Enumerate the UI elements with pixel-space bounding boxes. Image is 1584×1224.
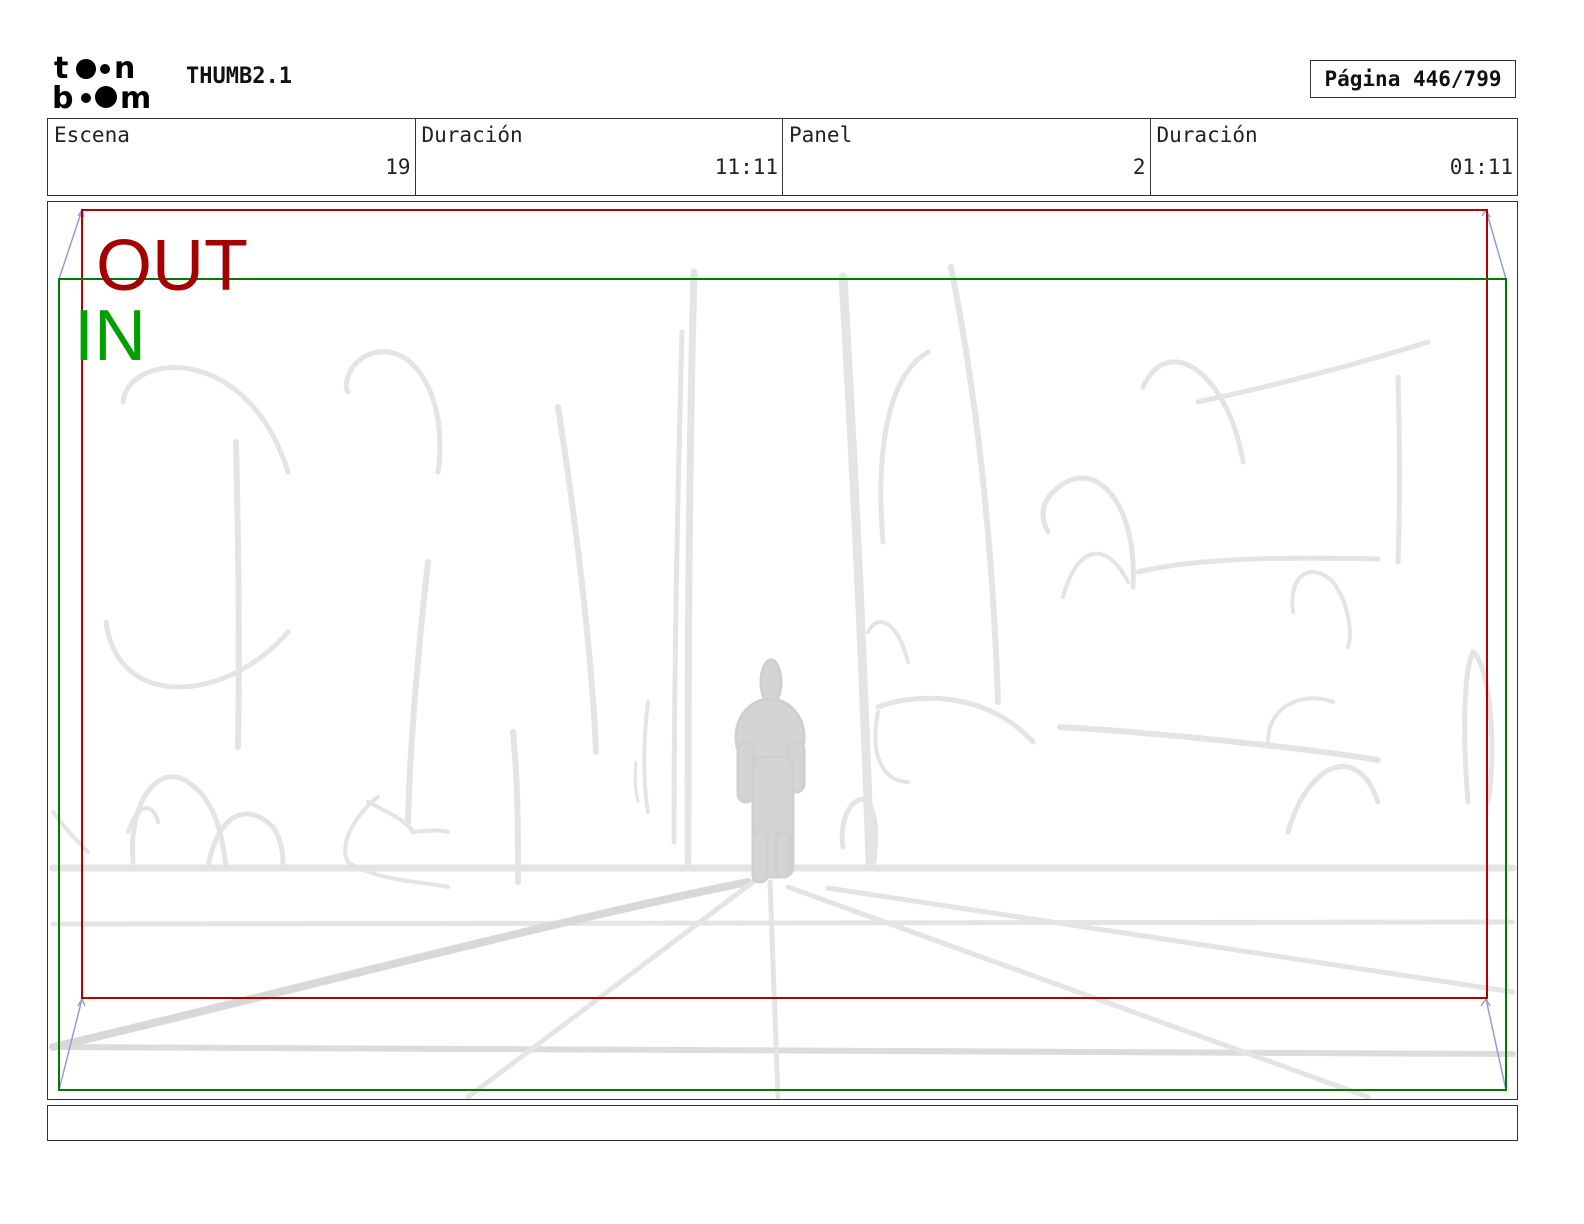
background-sketch bbox=[49, 264, 1517, 1099]
project-title: THUMB2.1 bbox=[186, 64, 292, 89]
scene-cell: Escena 19 bbox=[48, 119, 416, 195]
scene-duration-label: Duración bbox=[421, 123, 523, 147]
svg-text:b: b bbox=[52, 81, 73, 112]
storyboard-panel: OUT IN bbox=[47, 201, 1518, 1100]
scene-value: 19 bbox=[385, 155, 411, 179]
in-field-frame bbox=[58, 278, 1507, 1091]
panel-sketch bbox=[49, 208, 1517, 1099]
out-field-frame bbox=[81, 209, 1488, 999]
panel-duration-cell: Duración 01:11 bbox=[1151, 119, 1518, 195]
character-silhouette bbox=[734, 658, 806, 884]
page-number-label: Página 446/799 bbox=[1324, 67, 1502, 91]
page-number-box: Página 446/799 bbox=[1310, 60, 1516, 98]
scene-duration-cell: Duración 11:11 bbox=[416, 119, 783, 195]
scene-duration-value: 11:11 bbox=[714, 155, 778, 179]
out-label: OUT bbox=[96, 226, 248, 306]
scene-label: Escena bbox=[54, 123, 130, 147]
toonboom-logo: t n b m bbox=[52, 51, 164, 116]
caption-box bbox=[47, 1105, 1518, 1141]
svg-text:m: m bbox=[120, 81, 151, 112]
toonboom-logo-mark: t n b m bbox=[52, 51, 151, 116]
in-label: IN bbox=[74, 296, 146, 376]
panel-duration-label: Duración bbox=[1156, 123, 1258, 147]
scene-info-table: Escena 19 Duración 11:11 Panel 2 Duració… bbox=[47, 118, 1518, 196]
panel-duration-value: 01:11 bbox=[1449, 155, 1513, 179]
panel-cell: Panel 2 bbox=[783, 119, 1151, 195]
panel-value: 2 bbox=[1132, 155, 1146, 179]
panel-label: Panel bbox=[789, 123, 853, 147]
